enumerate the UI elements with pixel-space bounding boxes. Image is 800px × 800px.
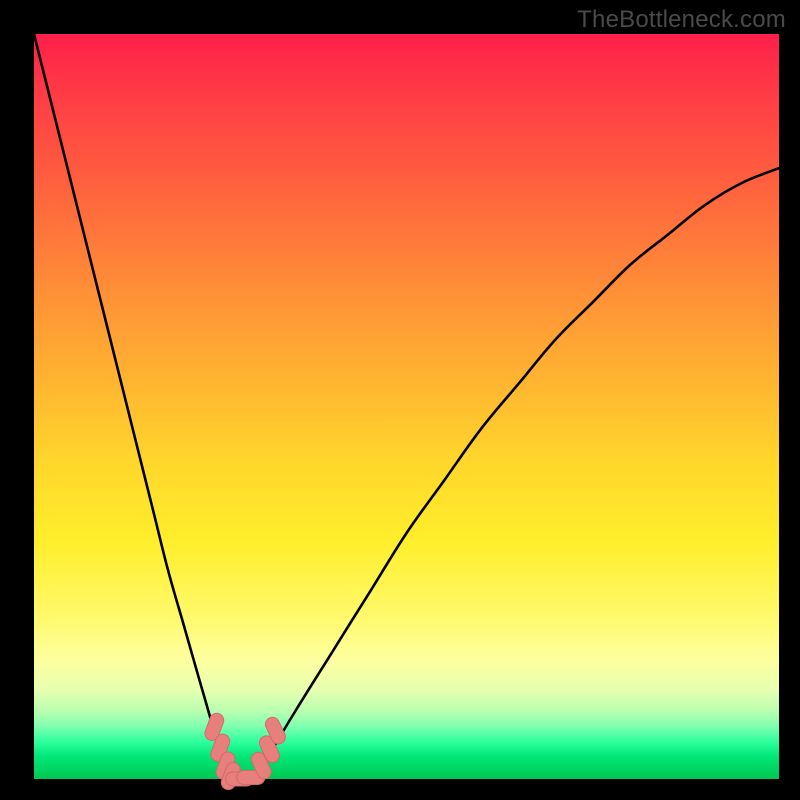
plot-area bbox=[34, 34, 779, 779]
bottleneck-curve bbox=[34, 34, 779, 780]
chart-svg bbox=[34, 34, 779, 779]
watermark-text: TheBottleneck.com bbox=[577, 6, 786, 34]
curve-markers bbox=[203, 711, 288, 791]
chart-frame: TheBottleneck.com bbox=[0, 0, 800, 800]
